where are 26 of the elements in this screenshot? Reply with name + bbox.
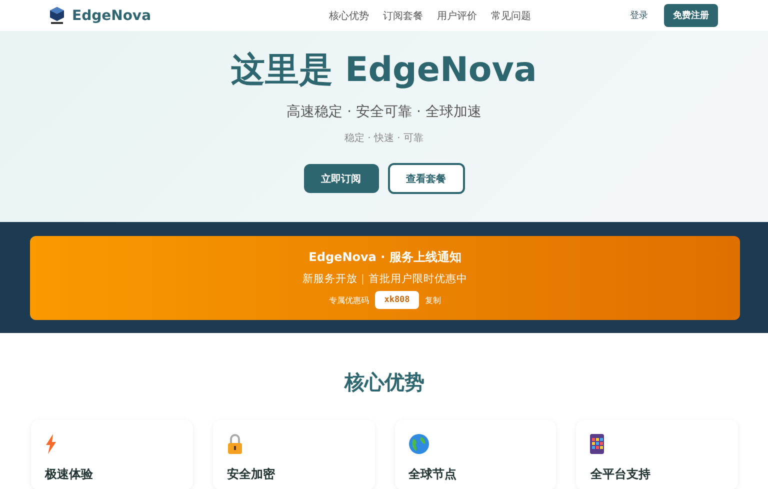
nav-link[interactable]: 核心优势 [329, 8, 369, 22]
signup-button[interactable]: 免费注册 [664, 4, 718, 27]
view-plans-button[interactable]: 查看套餐 [388, 163, 464, 194]
hero-title: 这里是 EdgeNova [231, 49, 537, 92]
nav-link[interactable]: 订阅套餐 [383, 8, 423, 22]
nav-link[interactable]: 常见问题 [491, 8, 531, 22]
phone-apps-icon [590, 434, 604, 454]
feature-title: 极速体验 [45, 466, 94, 483]
feature-title: 全平台支持 [590, 466, 652, 483]
hero-subtitle: 高速稳定 · 安全可靠 · 全球加速 [286, 103, 482, 121]
feature-title: 安全加密 [226, 466, 276, 483]
cube-logo-icon [50, 7, 64, 24]
login-link[interactable]: 登录 [630, 9, 648, 22]
lightning-icon [45, 434, 57, 454]
nav-link[interactable]: 用户评价 [437, 8, 477, 22]
coupon-code: xk808 [375, 291, 419, 309]
padlock-icon [226, 434, 243, 454]
notice-title: EdgeNova · 服务上线通知 [308, 249, 462, 266]
hero-tagline: 稳定 · 快速 · 可靠 [344, 132, 424, 145]
notice-text: 新服务开放｜首批用户限时优惠中 [302, 272, 468, 286]
coupon-label: 专属优惠码 [329, 294, 370, 306]
section-title: 核心优势 [344, 369, 424, 396]
feature-title: 全球节点 [408, 466, 458, 483]
subscribe-button[interactable]: 立即订阅 [304, 164, 378, 193]
brand-name[interactable]: EdgeNova [72, 8, 152, 24]
globe-icon [408, 434, 428, 454]
